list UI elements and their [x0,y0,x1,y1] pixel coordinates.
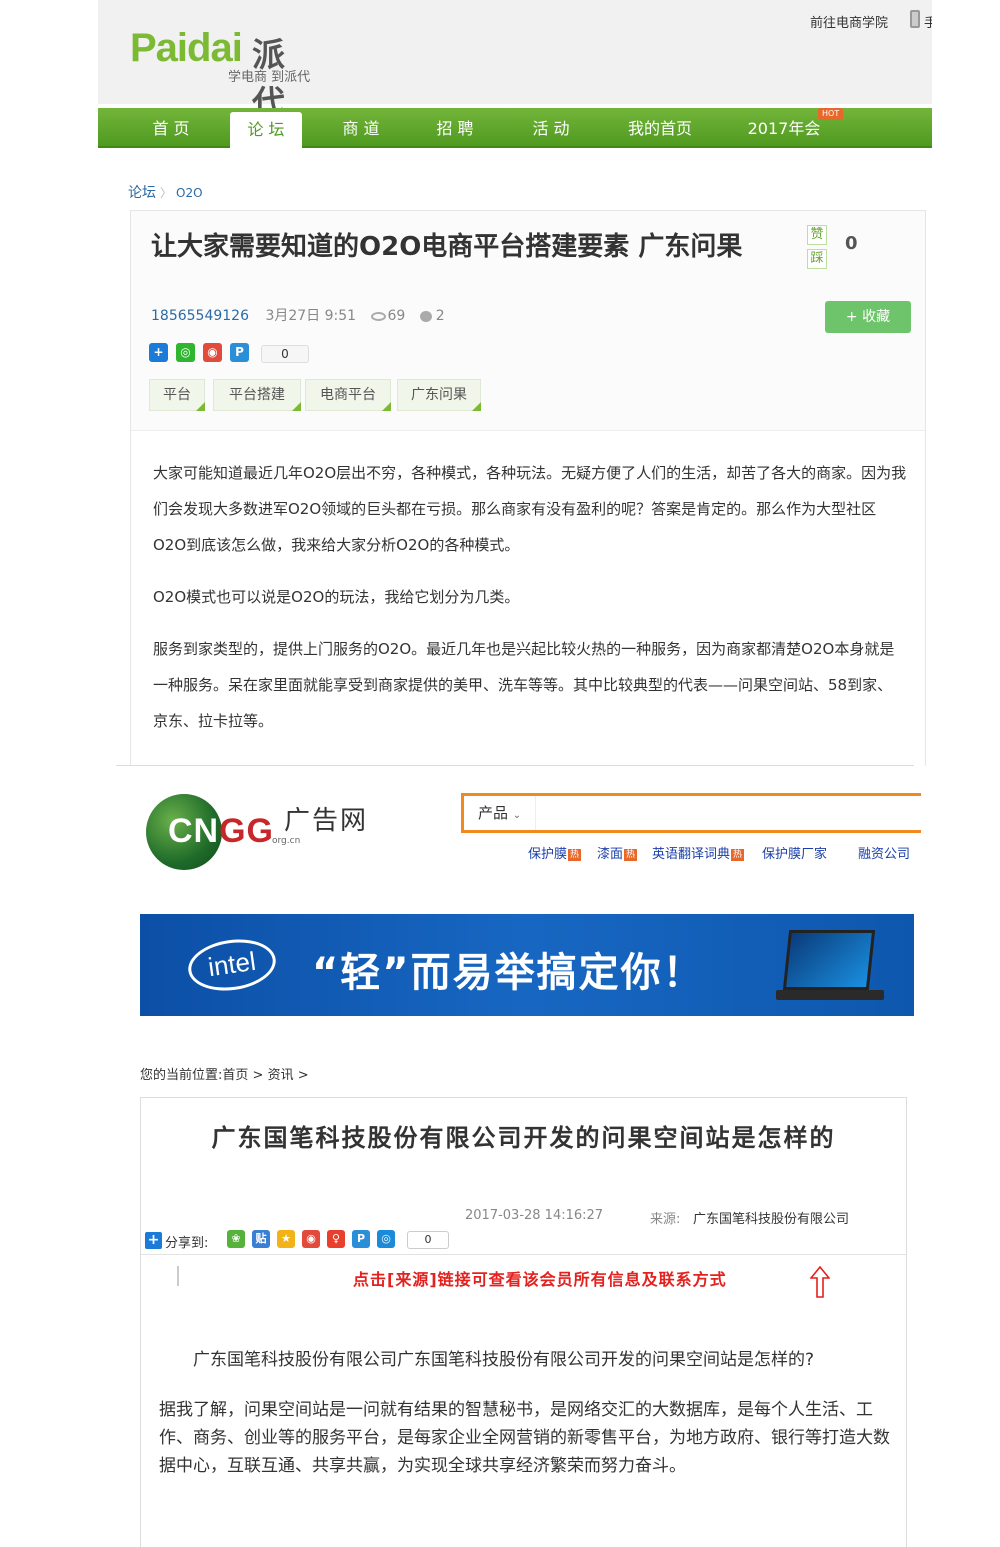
edu-college-link[interactable]: 前往电商学院 [810,12,888,31]
logo-gg: GG [219,812,275,850]
nav-annual-meeting[interactable]: 2017年会 [738,108,830,148]
position-separator: > [252,1068,264,1083]
mobile-link-text[interactable]: 手 [924,12,932,31]
breadcrumb-forum[interactable]: 论坛 [128,185,156,201]
post-title: 让大家需要知道的O2O电商平台搭建要素 广东问果 [151,232,743,262]
eye-icon [370,311,386,321]
current-position: 您的当前位置:首页 > 资讯 > [140,1064,309,1083]
position-news-link[interactable]: 资讯 [268,1068,294,1083]
nav-my-home[interactable]: 我的首页 [612,108,708,148]
cngg-search-box: 产品 ⌄ [461,793,921,833]
share-count: 0 [407,1231,449,1249]
share-renren-icon[interactable]: ◎ [377,1230,395,1248]
tag-platform[interactable]: 平台 [149,379,205,411]
hot-tag: 热 [731,849,745,861]
source-label: 来源: [650,1212,681,1227]
news-article: 广东国笔科技股份有限公司开发的问果空间站是怎样的 2017-03-28 14:1… [140,1097,907,1547]
banner-slogan: “轻”而易举搞定你！ [312,950,705,996]
comment-icon [419,310,432,322]
logo-domain: org.cn [272,836,301,846]
nav-events[interactable]: 活 动 [510,108,592,148]
paidai-header: Paidai 派代 学电商 到派代 前往电商学院 手 [98,0,932,122]
main-nav: 首 页 论 坛 商 道 招 聘 活 动 我的首页 2017年会 HOT [98,108,932,150]
favorite-button[interactable]: + 收藏 [825,301,911,333]
share-tieba-icon[interactable]: 贴 [252,1230,270,1248]
hot-badge: HOT [818,108,844,120]
nav-home[interactable]: 首 页 [128,108,214,148]
hot-link[interactable]: 漆面 [597,847,623,862]
comment-count: 2 [435,308,445,324]
nav-forum[interactable]: 论 坛 [230,112,302,150]
search-category-select[interactable]: 产品 ⌄ [464,796,536,830]
source-notice: 点击[来源]链接可查看该会员所有信息及联系方式 [353,1270,727,1289]
breadcrumb: 论坛〉 O2O [128,182,203,202]
cngg-logo-letters: CNGG [168,812,274,851]
laptop-image [776,926,886,1008]
nav-business[interactable]: 商 道 [320,108,402,148]
source-link[interactable]: 广东国笔科技股份有限公司 [693,1208,849,1227]
breadcrumb-o2o[interactable]: O2O [176,186,203,200]
logo-slogan: 学电商 到派代 [228,70,311,85]
article-divider [141,1254,906,1255]
weibo-icon[interactable]: ◉ [203,343,222,362]
notice-marker [177,1266,179,1286]
section-divider [116,765,914,766]
like-button[interactable]: 赞 [807,225,827,245]
share-weibo-icon[interactable]: ◉ [302,1230,320,1248]
qzone-icon[interactable]: P [230,343,249,362]
intel-ad-banner[interactable]: intel “轻”而易举搞定你！ [140,914,914,1016]
wechat-icon[interactable]: ◎ [176,343,195,362]
mobile-phone-icon[interactable] [910,10,920,28]
hot-link[interactable]: 保护膜 [528,847,567,862]
search-input[interactable] [538,798,914,828]
article-date: 2017-03-28 14:16:27 [465,1208,604,1223]
position-home-link[interactable]: 首页 [222,1068,248,1083]
article-lead: 广东国笔科技股份有限公司广东国笔科技股份有限公司开发的问果空间站是怎样的? [193,1350,815,1370]
share-tencent-icon[interactable]: ♀ [327,1230,345,1248]
post-body: 大家可能知道最近几年O2O层出不穷，各种模式，各种玩法。无疑方便了人们的生活，却… [153,455,907,755]
search-category-value: 产品 [478,804,509,822]
tag-ecommerce-platform[interactable]: 电商平台 [305,379,391,411]
share-label: 分享到: [165,1236,209,1251]
vote-box: 赞 踩 [807,225,827,273]
hot-tag: 热 [568,849,582,861]
up-arrow-icon [810,1266,830,1298]
article-paragraph: 据我了解，问果空间站是一问就有结果的智慧秘书，是网络交汇的大数据库，是每个人生活… [159,1400,890,1476]
dislike-button[interactable]: 踩 [807,249,827,269]
share-count: 0 [261,345,309,363]
view-count: 69 [387,308,406,324]
hot-link[interactable]: 英语翻译词典 [652,847,730,862]
share-qzone-icon[interactable]: P [352,1230,370,1248]
hot-link[interactable]: 保护膜厂家 [762,847,827,862]
article-body: 广东国笔科技股份有限公司广东国笔科技股份有限公司开发的问果空间站是怎样的? 据我… [159,1346,895,1480]
tag-guangdong-wenguo[interactable]: 广东问果 [397,379,481,411]
hot-tag: 热 [624,849,638,861]
logo-cn: CN [168,812,220,850]
share-qq-icon[interactable]: ★ [277,1230,295,1248]
logo-text-en: Paidai [130,26,243,70]
forum-post: 让大家需要知道的O2O电商平台搭建要素 广东问果 18565549126 3月2… [130,210,926,766]
chevron-down-icon: ⌄ [512,810,522,821]
cngg-brand-name: 广告网 [284,806,369,836]
post-meta: 18565549126 3月27日 9:51 69 2 [151,305,455,325]
post-paragraph: O2O模式也可以说是O2O的玩法，我给它划分为几类。 [153,588,520,606]
post-paragraph: 大家可能知道最近几年O2O层出不穷，各种模式，各种玩法。无疑方便了人们的生活，却… [153,464,907,554]
share-friends-icon[interactable]: ❀ [227,1230,245,1248]
post-author[interactable]: 18565549126 [151,308,249,324]
post-header: 让大家需要知道的O2O电商平台搭建要素 广东问果 18565549126 3月2… [131,211,925,431]
share-more-icon[interactable]: + [149,343,168,362]
article-title: 广东国笔科技股份有限公司开发的问果空间站是怎样的 [211,1123,836,1152]
post-paragraph: 服务到家类型的，提供上门服务的O2O。最近几年也是兴起比较火热的一种服务，因为商… [153,640,895,730]
share-plus-icon[interactable]: + [145,1232,162,1249]
breadcrumb-separator: 〉 [160,186,173,200]
nav-jobs[interactable]: 招 聘 [414,108,496,148]
post-date: 3月27日 9:51 [265,308,357,324]
vote-count: 0 [845,233,858,254]
tag-platform-build[interactable]: 平台搭建 [213,379,301,411]
hot-link[interactable]: 融资公司 [858,847,910,862]
position-separator: > [297,1068,309,1083]
position-label: 您的当前位置: [140,1068,223,1083]
intel-logo: intel [184,934,280,996]
